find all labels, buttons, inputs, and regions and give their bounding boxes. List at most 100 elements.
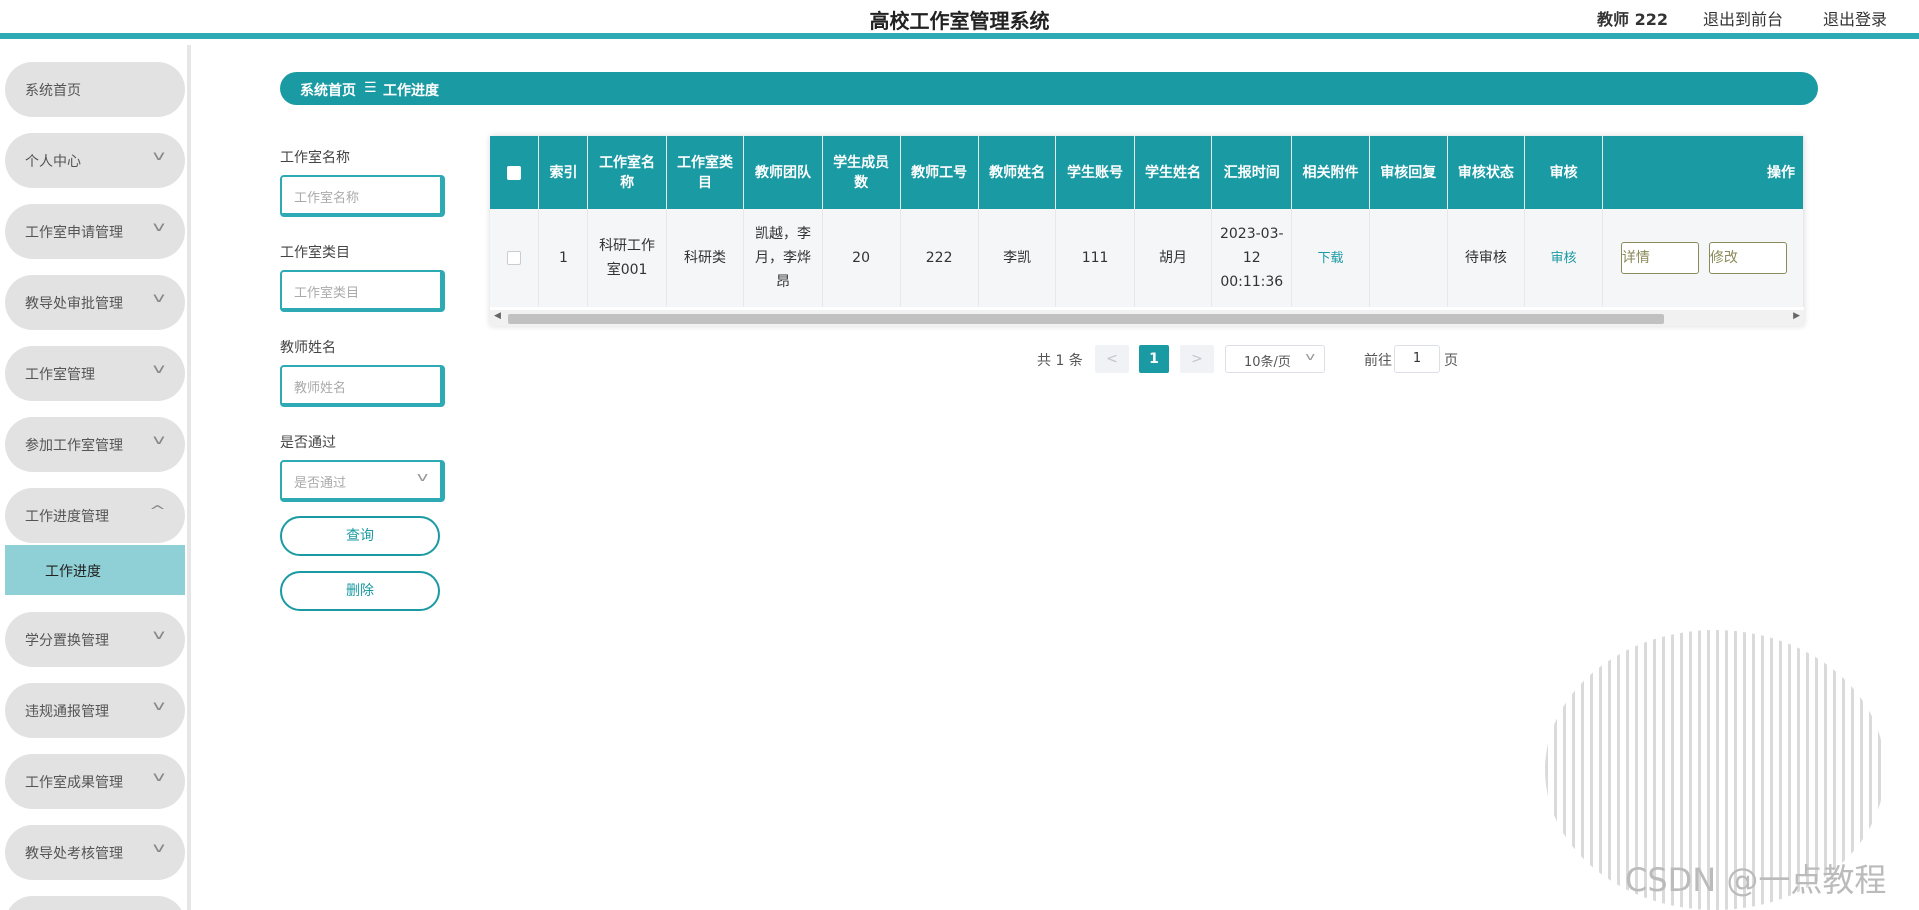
col-header-actions: 操作 bbox=[1602, 136, 1804, 209]
sidebar-item-more[interactable] bbox=[5, 896, 185, 910]
audit-link[interactable]: 审核 bbox=[1551, 251, 1577, 266]
chevron-down-icon: v bbox=[416, 470, 429, 484]
breadcrumb: 系统首页 ☰ 工作进度 bbox=[280, 72, 1818, 105]
sidebar-item-studio-results[interactable]: 工作室成果管理 v bbox=[5, 754, 185, 809]
chevron-up-icon: ^ bbox=[148, 504, 167, 519]
cell-category: 科研类 bbox=[666, 209, 745, 307]
sidebar-item-label: 违规通报管理 bbox=[25, 704, 109, 720]
studio-name-input[interactable]: 工作室名称 bbox=[280, 175, 445, 217]
chevron-down-icon: v bbox=[152, 291, 166, 306]
col-header-audit: 审核 bbox=[1524, 136, 1603, 209]
scroll-left-arrow-icon[interactable]: ◀ bbox=[494, 311, 501, 321]
breadcrumb-separator-icon: ☰ bbox=[364, 80, 377, 96]
sidebar-item-dean-assessment[interactable]: 教导处考核管理 v bbox=[5, 825, 185, 880]
studio-category-label: 工作室类目 bbox=[280, 245, 350, 261]
sidebar-item-studio-application[interactable]: 工作室申请管理 v bbox=[5, 204, 185, 259]
sidebar-item-label: 教导处考核管理 bbox=[25, 846, 123, 862]
studio-category-input[interactable]: 工作室类目 bbox=[280, 270, 445, 312]
sidebar-item-label: 工作进度管理 bbox=[25, 509, 109, 525]
col-header-teacher-name: 教师姓名 bbox=[978, 136, 1057, 209]
goto-label: 前往 bbox=[1364, 353, 1392, 369]
col-header-index: 索引 bbox=[538, 136, 589, 209]
row-checkbox[interactable] bbox=[490, 209, 540, 307]
passed-select[interactable]: 是否通过 v bbox=[280, 460, 445, 502]
query-button[interactable]: 查询 bbox=[280, 516, 440, 556]
col-header-student-account: 学生账号 bbox=[1055, 136, 1135, 209]
checkbox-icon bbox=[507, 165, 522, 180]
col-header-report-time: 汇报时间 bbox=[1211, 136, 1293, 209]
cell-studio-name: 科研工作室001 bbox=[587, 209, 667, 307]
sidebar-item-studio-management[interactable]: 工作室管理 v bbox=[5, 346, 185, 401]
edit-button[interactable]: 修改 bbox=[1708, 242, 1787, 274]
passed-placeholder: 是否通过 bbox=[294, 476, 347, 491]
cell-actions: 详情 修改 bbox=[1602, 209, 1804, 307]
chevron-down-icon: v bbox=[152, 628, 166, 643]
watermark: CSDN @一点教程 bbox=[1625, 861, 1887, 899]
sidebar-item-label: 工作室申请管理 bbox=[25, 225, 123, 241]
sidebar-item-label: 个人中心 bbox=[25, 154, 81, 170]
col-header-attachment: 相关附件 bbox=[1291, 136, 1370, 209]
sidebar-item-label: 工作室成果管理 bbox=[25, 775, 123, 791]
teacher-name-placeholder: 教师姓名 bbox=[294, 381, 347, 396]
sidebar-subitem-label: 工作进度 bbox=[45, 564, 101, 580]
chevron-down-icon: v bbox=[152, 149, 166, 164]
goto-page-input[interactable]: 1 bbox=[1394, 345, 1440, 373]
sidebar-item-join-studio[interactable]: 参加工作室管理 v bbox=[5, 417, 185, 472]
sidebar-item-label: 参加工作室管理 bbox=[25, 438, 123, 454]
cell-members: 20 bbox=[822, 209, 901, 307]
col-header-teacher-id: 教师工号 bbox=[900, 136, 979, 209]
sidebar-item-home[interactable]: 系统首页 bbox=[5, 62, 185, 117]
pagination-prev-button[interactable]: < bbox=[1095, 345, 1129, 373]
col-header-team: 教师团队 bbox=[743, 136, 823, 209]
studio-name-label: 工作室名称 bbox=[280, 150, 350, 166]
chevron-down-icon: v bbox=[152, 841, 166, 856]
delete-button[interactable]: 删除 bbox=[280, 571, 440, 611]
pagination-next-button[interactable]: > bbox=[1180, 345, 1214, 373]
select-all-checkbox[interactable] bbox=[490, 136, 540, 209]
exit-to-front-link[interactable]: 退出到前台 bbox=[1703, 6, 1783, 30]
cell-teacher-name: 李凯 bbox=[978, 209, 1057, 307]
download-link[interactable]: 下载 bbox=[1318, 251, 1344, 266]
logout-link[interactable]: 退出登录 bbox=[1823, 6, 1887, 30]
col-header-members: 学生成员数 bbox=[822, 136, 901, 209]
teacher-name-input[interactable]: 教师姓名 bbox=[280, 365, 445, 407]
sidebar-item-credit-exchange[interactable]: 学分置换管理 v bbox=[5, 612, 185, 667]
cell-report-time: 2023-03-12 00:11:36 bbox=[1211, 209, 1293, 307]
breadcrumb-current: 工作进度 bbox=[383, 83, 439, 99]
breadcrumb-home[interactable]: 系统首页 bbox=[300, 80, 356, 100]
cell-index: 1 bbox=[538, 209, 589, 307]
chevron-down-icon: v bbox=[152, 220, 166, 235]
sidebar-subitem-progress[interactable]: 工作进度 bbox=[5, 545, 185, 595]
page-size-value: 10条/页 bbox=[1244, 355, 1291, 370]
cell-student-name: 胡月 bbox=[1134, 209, 1213, 307]
sidebar-item-violation-report[interactable]: 违规通报管理 v bbox=[5, 683, 185, 738]
sidebar-item-label: 教导处审批管理 bbox=[25, 296, 123, 312]
sidebar-item-label: 系统首页 bbox=[25, 83, 81, 99]
pagination-total: 共 1 条 bbox=[1037, 353, 1083, 369]
scrollbar-thumb[interactable] bbox=[508, 314, 1664, 324]
sidebar-item-progress-management[interactable]: 工作进度管理 ^ bbox=[5, 488, 185, 543]
sidebar-item-dean-approval[interactable]: 教导处审批管理 v bbox=[5, 275, 185, 330]
col-header-student-name: 学生姓名 bbox=[1134, 136, 1213, 209]
chevron-down-icon: v bbox=[152, 770, 166, 785]
checkbox-icon bbox=[507, 251, 522, 265]
detail-button[interactable]: 详情 bbox=[1620, 242, 1699, 274]
chevron-down-icon: v bbox=[152, 699, 166, 714]
sidebar-item-personal-center[interactable]: 个人中心 v bbox=[5, 133, 185, 188]
current-user[interactable]: 教师 222 bbox=[1597, 6, 1668, 30]
horizontal-scrollbar[interactable]: ◀ ▶ bbox=[490, 310, 1804, 326]
teacher-name-label: 教师姓名 bbox=[280, 340, 336, 356]
sidebar: 系统首页 个人中心 v 工作室申请管理 v 教导处审批管理 v 工作室管理 v … bbox=[0, 45, 191, 910]
chevron-down-icon: v bbox=[1305, 350, 1316, 363]
cell-attachment: 下载 bbox=[1291, 209, 1370, 307]
page-suffix: 页 bbox=[1444, 353, 1458, 369]
page-size-select[interactable]: 10条/页 v bbox=[1225, 345, 1325, 373]
table-header-row: 索引 工作室名称 工作室类目 教师团队 学生成员数 教师工号 教师姓名 学生账号… bbox=[490, 136, 1804, 209]
scroll-right-arrow-icon[interactable]: ▶ bbox=[1793, 311, 1800, 321]
pagination-page-1[interactable]: 1 bbox=[1139, 345, 1169, 373]
studio-name-placeholder: 工作室名称 bbox=[294, 191, 360, 206]
cell-teacher-id: 222 bbox=[900, 209, 979, 307]
cell-reply bbox=[1369, 209, 1448, 307]
cell-team: 凯越，李月，李烨昂 bbox=[743, 209, 823, 307]
table-row: 1 科研工作室001 科研类 凯越，李月，李烨昂 20 222 李凯 111 胡… bbox=[490, 209, 1804, 307]
